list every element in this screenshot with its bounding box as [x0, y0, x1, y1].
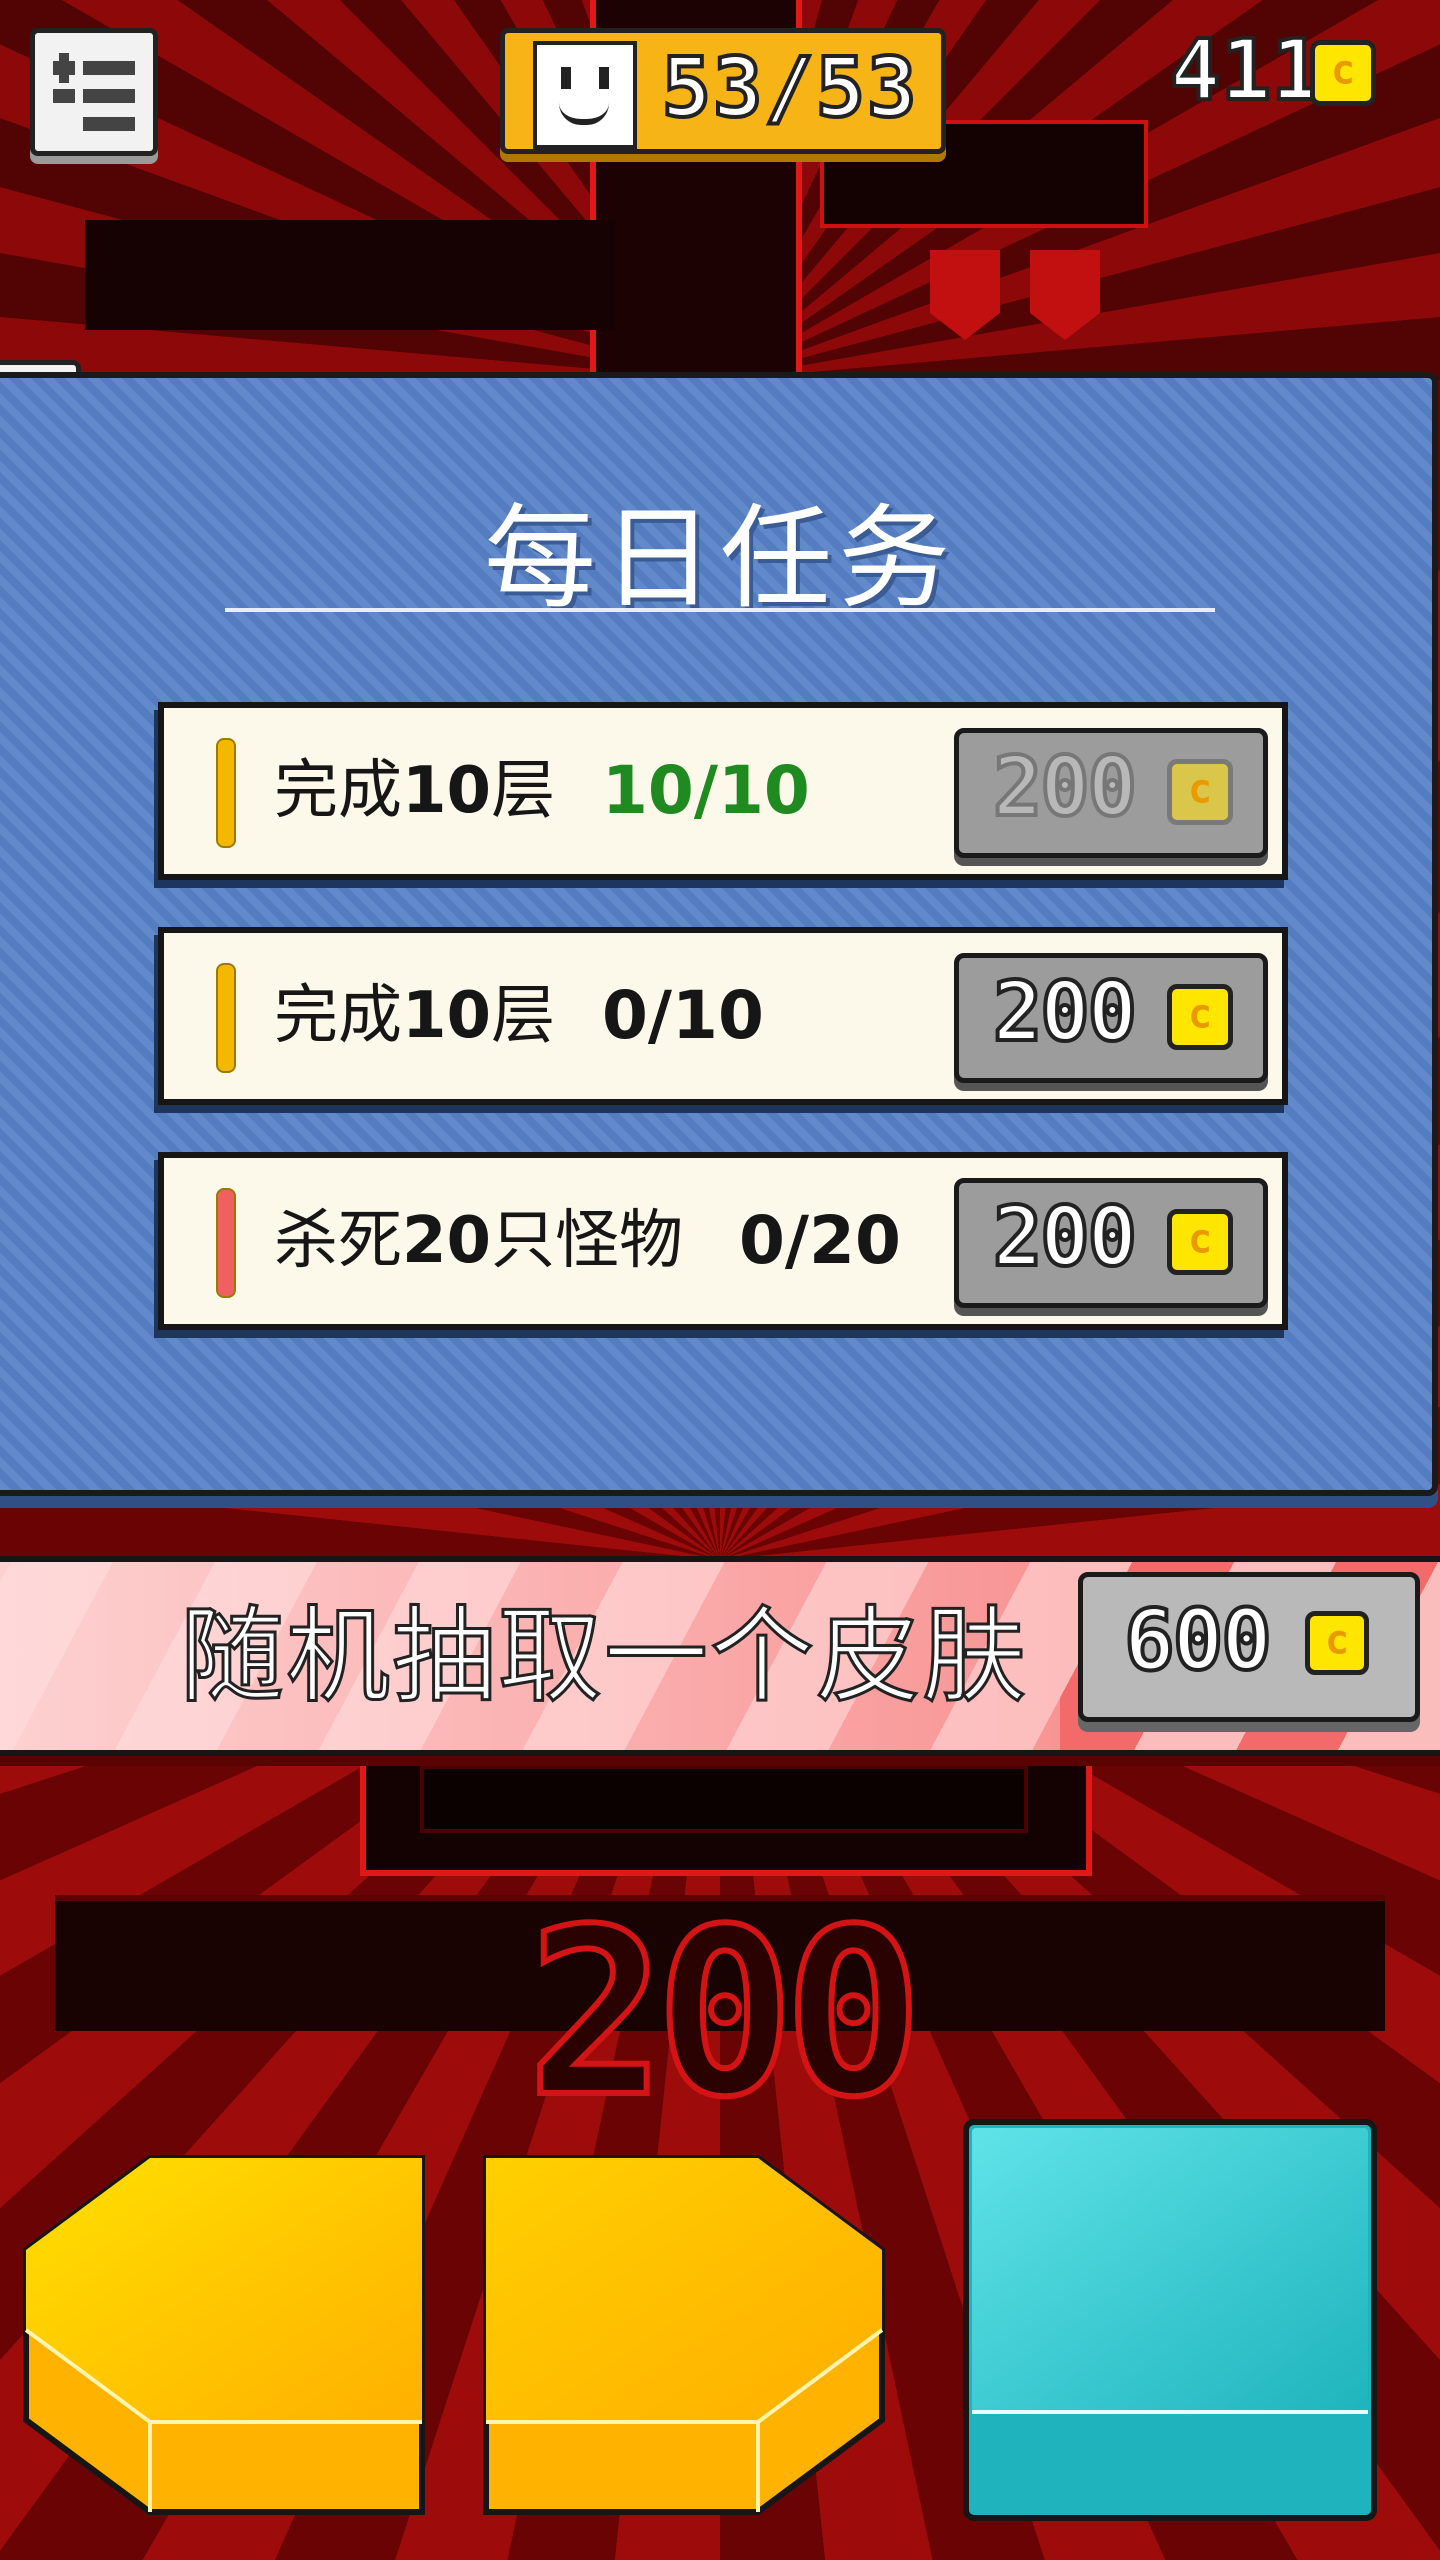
task-row: 完成10层 0/10 200 — [158, 927, 1288, 1105]
jump-block-icon — [963, 2119, 1377, 2521]
task-indicator — [216, 963, 236, 1073]
claim-reward-button[interactable]: 200 — [954, 728, 1268, 858]
random-skin-label: 随机抽取一个皮肤 — [178, 1594, 1029, 1719]
coin-count: 411 — [1168, 19, 1324, 121]
move-left-button[interactable] — [20, 2150, 430, 2520]
task-progress: 0/10 — [602, 977, 764, 1054]
task-indicator — [216, 738, 236, 848]
right-arrow-icon — [483, 2155, 885, 2515]
background-ledge-slot — [420, 1765, 1028, 1833]
task-progress: 0/20 — [739, 1202, 901, 1279]
task-label: 完成10层 — [274, 979, 556, 1053]
left-arrow-icon — [23, 2155, 425, 2515]
menu-button[interactable] — [30, 28, 158, 156]
random-skin-price-button[interactable]: 600 — [1078, 1572, 1420, 1722]
coin-icon — [1167, 1209, 1233, 1275]
level-progress-box[interactable]: 53/53 — [500, 28, 946, 154]
background-score: 200 — [524, 1881, 925, 2148]
reward-amount: 200 — [991, 738, 1139, 837]
task-row: 杀死20只怪物 0/20 200 — [158, 1152, 1288, 1330]
background-block — [85, 220, 615, 330]
claim-reward-button[interactable]: 200 — [954, 953, 1268, 1083]
player-face-icon — [533, 41, 637, 149]
task-label: 杀死20只怪物 — [274, 1204, 684, 1278]
task-progress: 10/10 — [602, 752, 810, 829]
task-row: 完成10层 10/10 200 — [158, 702, 1288, 880]
claim-reward-button[interactable]: 200 — [954, 1178, 1268, 1308]
coin-icon — [1305, 1611, 1369, 1675]
task-label: 完成10层 — [274, 754, 556, 828]
price-amount: 600 — [1122, 1589, 1274, 1691]
coin-icon — [1167, 984, 1233, 1050]
level-progress-text: 53/53 — [660, 39, 919, 138]
coin-icon — [1167, 759, 1233, 825]
jump-button[interactable] — [962, 2118, 1378, 2522]
reward-amount: 200 — [991, 963, 1139, 1062]
random-skin-banner[interactable]: 随机抽取一个皮肤 600 — [0, 1556, 1440, 1756]
reward-amount: 200 — [991, 1188, 1139, 1287]
daily-tasks-panel: 每日任务 完成10层 10/10 200 完成10层 0/10 200 杀死20… — [0, 372, 1438, 1496]
move-right-button[interactable] — [478, 2150, 888, 2520]
panel-title: 每日任务 — [484, 494, 956, 624]
title-divider — [225, 608, 1215, 612]
task-indicator — [216, 1188, 236, 1298]
coin-icon — [1310, 40, 1376, 106]
